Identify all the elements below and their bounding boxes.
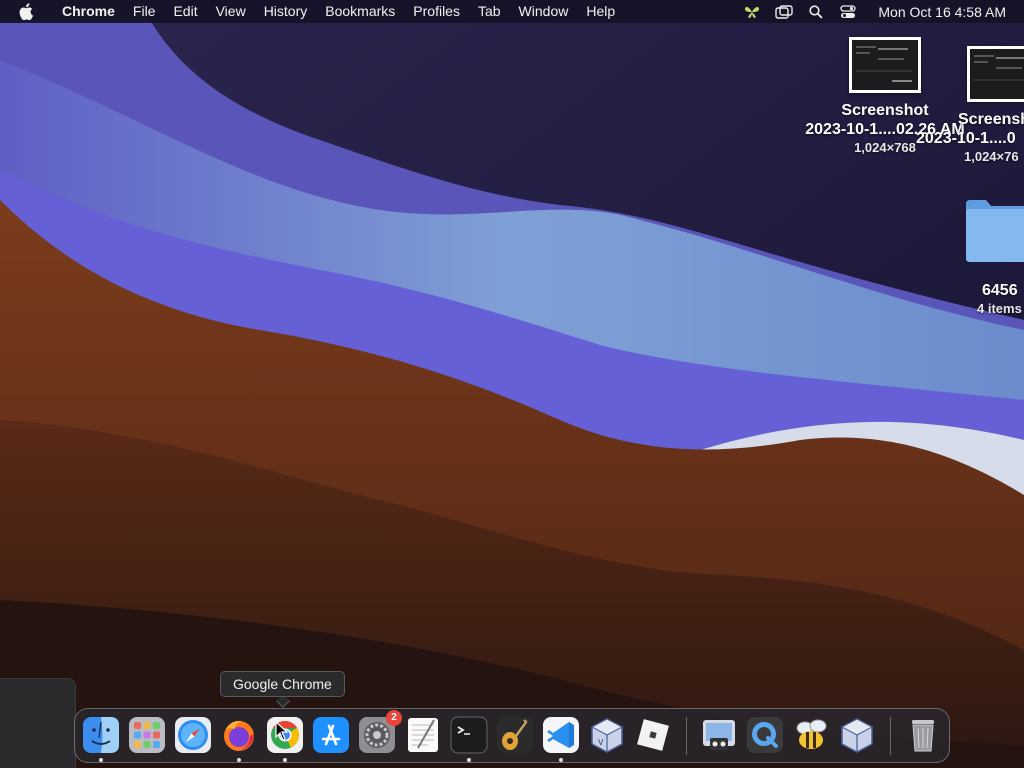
virtualbox-vm-icon[interactable] [838,716,876,754]
app-store-icon[interactable] [312,716,350,754]
menu-view[interactable]: View [207,0,255,23]
system-settings-icon[interactable]: 2 [358,710,402,754]
offscreen-window-edge[interactable] [0,678,76,768]
menu-profiles[interactable]: Profiles [404,0,469,23]
dock-tooltip: Google Chrome [220,671,345,697]
spotlight-search-icon[interactable] [807,4,825,20]
dock-separator [686,717,687,755]
menu-file[interactable]: File [124,0,165,23]
screen-mirroring-icon[interactable] [775,4,794,20]
menu-window[interactable]: Window [510,0,578,23]
safari-icon[interactable] [174,716,212,754]
desktop-item-screenshot-2[interactable]: Screensh 2023-10-1....0 1,024×76 [900,46,1024,165]
firefox-icon[interactable] [220,716,258,754]
dock: 2 V [74,708,950,763]
menu-bookmarks[interactable]: Bookmarks [316,0,404,23]
desktop-item-count: 4 items [977,301,1022,316]
notification-badge: 2 [386,710,402,726]
menu-tab[interactable]: Tab [469,0,510,23]
menu-edit[interactable]: Edit [164,0,206,23]
launchpad-icon[interactable] [128,716,166,754]
desktop-item-name: 6456 [982,282,1018,299]
desktop-item-name: Screensh [958,111,1024,128]
running-indicator [99,758,103,762]
terminal-icon[interactable] [450,716,488,754]
finder-icon[interactable] [82,716,120,754]
running-indicator [283,758,287,762]
mouse-pointer-icon [275,721,289,741]
desktop-item-dimensions: 1,024×76 [964,149,1019,164]
vscode-icon[interactable] [542,716,580,754]
menu-bar: Chrome File Edit View History Bookmarks … [0,0,1024,23]
menu-bar-clock[interactable]: Mon Oct 16 4:58 AM [878,4,1006,20]
running-indicator [559,758,563,762]
control-center-icon[interactable] [839,4,857,20]
preview-icon[interactable] [700,716,738,754]
garageband-icon[interactable] [496,716,534,754]
dock-separator [890,717,891,755]
apple-menu-icon[interactable] [19,3,35,21]
virtualbox-icon[interactable]: V [588,716,626,754]
menu-help[interactable]: Help [577,0,624,23]
desktop-item-subname: 2023-10-1....0 [916,130,1016,147]
screenshot-thumbnail [967,46,1024,102]
menu-bar-status-area: Mon Oct 16 4:58 AM [736,0,1024,23]
app-menu[interactable]: Chrome [53,0,124,23]
trash-icon[interactable] [904,716,942,754]
quicktime-icon[interactable] [746,716,784,754]
butterfly-icon[interactable] [743,4,761,20]
running-indicator [237,758,241,762]
running-indicator [467,758,471,762]
roblox-icon[interactable] [634,716,672,754]
bee-app-icon[interactable] [792,716,830,754]
desktop-item-folder[interactable]: 6456 4 items [964,198,1024,317]
folder-icon [966,200,1024,262]
menu-history[interactable]: History [255,0,317,23]
svg-text:V: V [598,738,604,747]
textedit-icon[interactable] [404,716,442,754]
